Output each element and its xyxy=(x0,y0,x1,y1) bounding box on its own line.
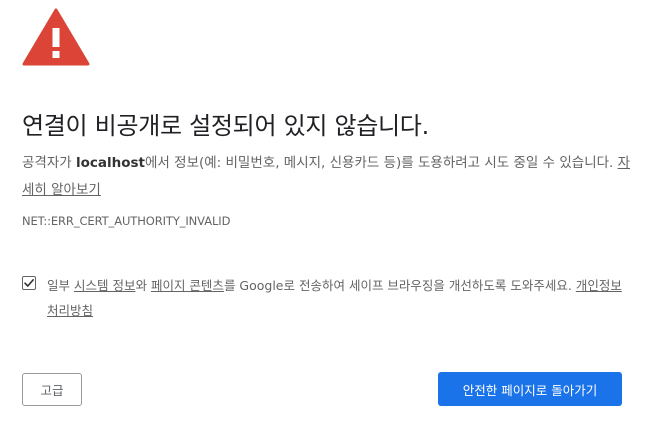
error-code: NET::ERR_CERT_AUTHORITY_INVALID xyxy=(22,214,231,228)
safe-browsing-optin: 일부 시스템 정보와 페이지 콘텐츠를 Google로 전송하여 세이프 브라우… xyxy=(22,273,622,323)
page-title: 연결이 비공개로 설정되어 있지 않습니다. xyxy=(22,112,429,140)
warning-triangle-icon xyxy=(22,8,90,66)
optin-label: 일부 시스템 정보와 페이지 콘텐츠를 Google로 전송하여 세이프 브라우… xyxy=(47,273,622,323)
system-info-link[interactable]: 시스템 정보 xyxy=(74,278,135,293)
optin-text-and: 와 xyxy=(135,278,151,293)
explanation-after-host: 에서 정보(예: 비밀번호, 메시지, 신용카드 등)를 도용하려고 시도 중일… xyxy=(145,155,618,171)
back-to-safety-button[interactable]: 안전한 페이지로 돌아가기 xyxy=(438,372,622,406)
optin-checkbox[interactable] xyxy=(22,276,36,290)
explanation-text: 공격자가 localhost에서 정보(예: 비밀번호, 메시지, 신용카드 등… xyxy=(22,150,632,204)
optin-text-before: 일부 xyxy=(47,278,74,293)
optin-text-after: 를 Google로 전송하여 세이프 브라우징을 개선하도록 도와주세요. xyxy=(223,278,576,293)
interstitial-page: 연결이 비공개로 설정되어 있지 않습니다. 공격자가 localhost에서 … xyxy=(0,0,649,429)
checkmark-icon xyxy=(24,279,34,287)
explanation-before-host: 공격자가 xyxy=(22,155,76,171)
hostname: localhost xyxy=(75,155,146,171)
page-content-link[interactable]: 페이지 콘텐츠 xyxy=(151,278,224,293)
advanced-button[interactable]: 고급 xyxy=(22,373,82,406)
